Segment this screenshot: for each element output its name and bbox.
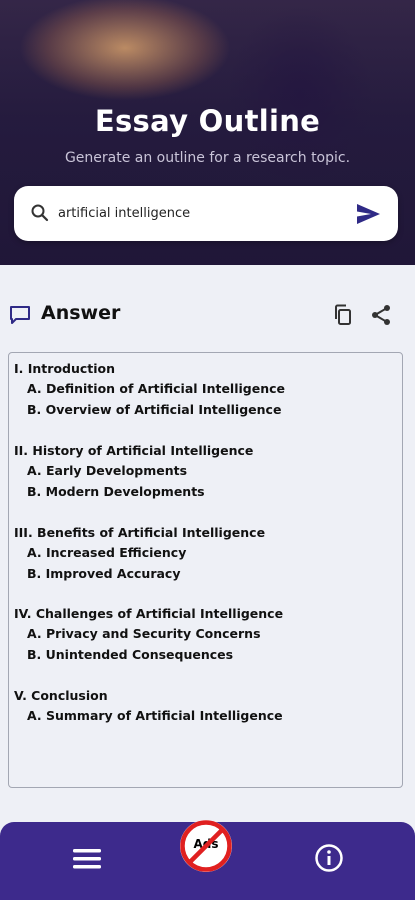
no-ads-button[interactable]: Ads xyxy=(178,818,234,874)
copy-icon[interactable] xyxy=(331,303,355,327)
no-ads-slash xyxy=(187,827,225,865)
search-bar xyxy=(14,186,398,241)
outline-text-box[interactable]: I. Introduction A. Definition of Artific… xyxy=(8,352,403,788)
info-icon[interactable] xyxy=(314,843,344,873)
outline-subitem: B. Modern Developments xyxy=(27,484,205,499)
outline-subitem: A. Summary of Artificial Intelligence xyxy=(27,708,283,723)
outline-subitem: A. Increased Efficiency xyxy=(27,545,187,560)
search-input[interactable] xyxy=(58,202,338,224)
outline-heading: V. Conclusion xyxy=(14,688,108,703)
outline-heading: IV. Challenges of Artificial Intelligenc… xyxy=(14,606,284,621)
outline-heading: II. History of Artificial Intelligence xyxy=(14,443,254,458)
chat-icon xyxy=(10,306,30,324)
menu-icon[interactable] xyxy=(72,848,102,870)
search-icon xyxy=(31,204,49,222)
outline-subitem: A. Definition of Artificial Intelligence xyxy=(27,381,285,396)
page-title: Essay Outline xyxy=(94,104,321,138)
outline-subitem: B. Unintended Consequences xyxy=(27,647,234,662)
send-icon[interactable] xyxy=(354,200,382,228)
outline-subitem: A. Privacy and Security Concerns xyxy=(27,626,261,641)
outline-subitem: B. Improved Accuracy xyxy=(27,566,181,581)
outline-subitem: B. Overview of Artificial Intelligence xyxy=(27,402,282,417)
share-icon[interactable] xyxy=(369,303,393,327)
page-subtitle: Generate an outline for a research topic… xyxy=(64,150,351,166)
answer-header: Answer xyxy=(9,300,407,330)
outline-heading: III. Benefits of Artificial Intelligence xyxy=(14,525,266,540)
outline-subitem: A. Early Developments xyxy=(27,463,188,478)
outline-heading: I. Introduction xyxy=(14,361,116,376)
answer-title: Answer xyxy=(41,302,121,324)
